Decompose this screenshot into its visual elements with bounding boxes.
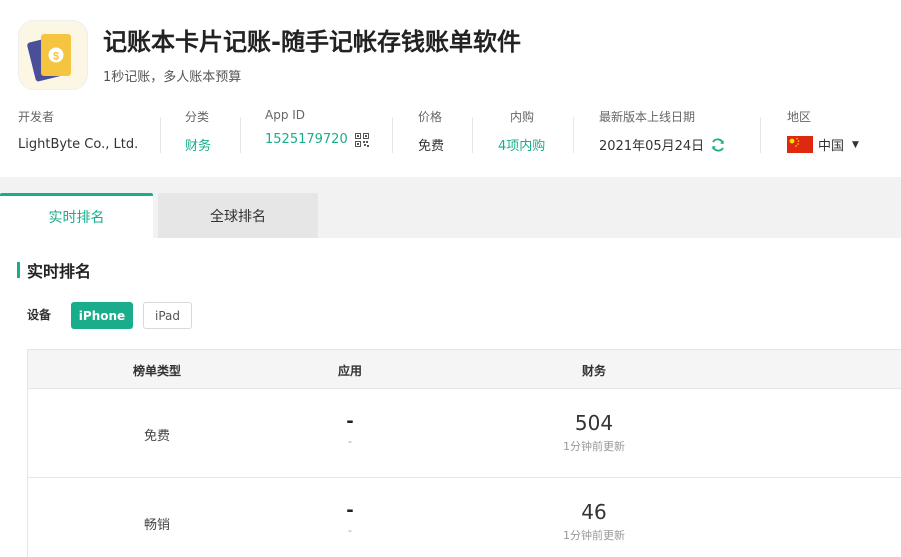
meta-release: 最新版本上线日期 2021年05月24日 [599, 108, 726, 158]
region-label: 地区 [787, 110, 812, 124]
header-category: 财务 [581, 364, 607, 378]
meta-divider [160, 117, 161, 153]
meta-category: 分类 财务 [185, 108, 211, 158]
developer-label: 开发者 [18, 110, 55, 124]
table-header: 榜单类型 应用 财务 [28, 349, 901, 389]
row-app-rank-cell: - - [346, 500, 353, 537]
device-iphone-button[interactable]: iPhone [71, 302, 133, 329]
row-app-rank-cell: - - [346, 411, 353, 448]
iap-label: 内购 [510, 110, 535, 124]
app-icon: $ [18, 20, 88, 90]
meta-divider [760, 117, 761, 153]
iap-link[interactable]: 4项内购 [498, 135, 545, 154]
meta-divider [392, 117, 393, 153]
developer-value: LightByte Co., Ltd. [18, 137, 139, 152]
appid-label: App ID [265, 108, 306, 122]
meta-divider [472, 117, 473, 153]
meta-divider [240, 117, 241, 153]
caret-down-icon: ▼ [852, 139, 859, 150]
category-label: 分类 [185, 110, 210, 124]
row-update-time: 1分钟前更新 [563, 529, 625, 542]
app-header: $ 记账本卡片记账-随手记帐存钱账单软件 1秒记账，多人账本预算 [0, 0, 901, 100]
svg-text:$: $ [53, 51, 59, 63]
region-select[interactable]: 中国 ▼ [787, 135, 859, 154]
meta-region: 地区 中国 ▼ [787, 108, 859, 158]
meta-appid: App ID 1525179720 [265, 108, 369, 158]
release-value: 2021年05月24日 [599, 135, 726, 154]
row-category-rank: 46 [581, 500, 607, 524]
tab-bar: 实时排名 全球排名 [0, 177, 901, 238]
row-type: 免费 [143, 429, 171, 444]
tab-global-rank[interactable]: 全球排名 [158, 193, 318, 238]
row-update-time: 1分钟前更新 [563, 440, 625, 453]
device-label: 设备 [27, 308, 52, 322]
price-value: 免费 [418, 139, 445, 154]
wallet-card-icon: $ [27, 34, 71, 82]
row-category-rank-cell: 46 1分钟前更新 [563, 500, 625, 543]
release-date: 2021年05月24日 [599, 139, 705, 154]
meta-developer: 开发者 LightByte Co., Ltd. [18, 108, 138, 158]
release-label: 最新版本上线日期 [599, 110, 696, 124]
qr-code-icon[interactable] [354, 132, 369, 147]
row-app-sub: - [348, 524, 352, 537]
appid-text: 1525179720 [265, 132, 348, 147]
section-title-text: 实时排名 [27, 262, 92, 281]
row-category-rank: 504 [574, 411, 614, 435]
category-link[interactable]: 财务 [185, 135, 211, 154]
region-value: 中国 [818, 139, 845, 154]
row-type: 畅销 [143, 518, 171, 533]
row-app-rank: - [346, 500, 354, 521]
refresh-icon[interactable] [710, 137, 726, 153]
row-app-rank: - [346, 411, 354, 432]
meta-iap: 内购 4项内购 [498, 108, 545, 158]
table-row: 畅销 - - 46 1分钟前更新 [28, 478, 901, 557]
meta-divider [573, 117, 574, 153]
appid-value: 1525179720 [265, 132, 369, 147]
row-app-sub: - [348, 435, 352, 448]
rank-table: 榜单类型 应用 财务 免费 - - 504 1分钟前更新 畅销 - - 46 1… [27, 349, 901, 557]
china-flag-icon [787, 136, 813, 153]
header-list-type: 榜单类型 [132, 364, 182, 378]
meta-price: 价格 免费 [418, 108, 444, 158]
section-title: 实时排名 [17, 261, 92, 281]
tab-realtime-rank[interactable]: 实时排名 [0, 193, 153, 238]
section-accent-bar [17, 262, 20, 278]
app-subtitle: 1秒记账，多人账本预算 [103, 70, 242, 85]
app-title: 记账本卡片记账-随手记帐存钱账单软件 [103, 28, 521, 56]
price-label: 价格 [418, 110, 443, 124]
row-category-rank-cell: 504 1分钟前更新 [563, 411, 625, 454]
table-row: 免费 - - 504 1分钟前更新 [28, 389, 901, 478]
header-app: 应用 [337, 364, 363, 378]
device-ipad-button[interactable]: iPad [143, 302, 192, 329]
